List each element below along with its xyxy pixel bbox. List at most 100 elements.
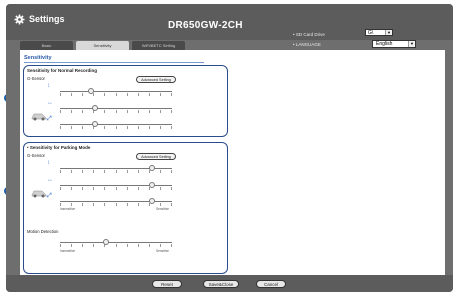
slider-tick: [60, 244, 61, 247]
parking-mode-group: • Sensitivity for Parking Mode G-Sensor …: [23, 142, 228, 274]
slider-ticks: [60, 203, 172, 206]
slider-tick: [93, 244, 94, 247]
slider-thumb[interactable]: [88, 88, 94, 94]
slider-tick: [82, 244, 83, 247]
slider-ticks: [60, 170, 172, 173]
slider-tick: [138, 244, 139, 247]
normal-slider-diagonal[interactable]: [60, 121, 172, 129]
sensitive-label: Sensitive: [156, 207, 169, 211]
slider-tick: [93, 170, 94, 173]
slider-thumb[interactable]: [92, 121, 98, 127]
slider-thumb[interactable]: [92, 105, 98, 111]
sd-card-value: G\: [368, 30, 374, 36]
slider-ticks: [60, 187, 172, 190]
slider-track[interactable]: [60, 185, 172, 186]
slider-tick: [127, 126, 128, 129]
device-model: DR650GW-2CH: [168, 20, 243, 31]
motion-insensitive-label: Insensitive: [60, 249, 76, 253]
axis-vertical-icon: ↕: [47, 160, 50, 166]
slider-tick: [93, 203, 94, 206]
axis-diagonal-icon: ⤢: [47, 193, 52, 199]
slider-tick: [82, 170, 83, 173]
slider-tick: [116, 93, 117, 96]
slider-track[interactable]: [60, 108, 172, 109]
reset-button[interactable]: Reset: [152, 280, 182, 288]
slider-tick: [116, 187, 117, 190]
axis-horizontal-icon: ↔: [47, 100, 53, 106]
slider-tick: [60, 93, 61, 96]
parking-slider-diagonal[interactable]: [60, 198, 172, 206]
slider-tick: [127, 244, 128, 247]
slider-track[interactable]: [60, 91, 172, 92]
normal-slider-horizontal[interactable]: [60, 105, 172, 113]
tab-basic[interactable]: Basic: [20, 41, 73, 50]
language-select[interactable]: English ▼: [372, 40, 416, 48]
slider-tick: [171, 203, 172, 206]
slider-thumb[interactable]: [149, 165, 155, 171]
advanced-setting-button[interactable]: Advanced Setting: [136, 76, 176, 83]
sd-card-label: • SD Card Drive: [293, 32, 325, 37]
slider-tick: [171, 187, 172, 190]
slider-track[interactable]: [60, 242, 172, 243]
slider-ticks: [60, 126, 172, 129]
slider-tick: [138, 110, 139, 113]
tab-sensitivity[interactable]: Sensitivity: [76, 41, 129, 50]
save-close-button[interactable]: Save&Close: [203, 280, 239, 288]
slider-tick: [171, 126, 172, 129]
slider-tick: [104, 187, 105, 190]
slider-tick: [116, 170, 117, 173]
header-bar: Settings DR650GW-2CH • SD Card Drive G\ …: [6, 4, 453, 48]
slider-tick: [104, 110, 105, 113]
slider-thumb[interactable]: [103, 239, 109, 245]
slider-tick: [127, 93, 128, 96]
advanced-setting-button[interactable]: Advanced Setting: [136, 153, 176, 160]
normal-slider-vertical[interactable]: [60, 88, 172, 96]
slider-tick: [171, 110, 172, 113]
car-icon: [31, 108, 47, 121]
slider-tick: [93, 187, 94, 190]
slider-tick: [60, 203, 61, 206]
slider-tick: [149, 244, 150, 247]
insensitive-label: Insensitive: [60, 207, 76, 211]
slider-ticks: [60, 110, 172, 113]
motion-detection-label: Motion Detection: [27, 229, 59, 234]
language-label: • LANGUAGE: [293, 42, 321, 47]
slider-tick: [71, 244, 72, 247]
chevron-down-icon[interactable]: ▼: [385, 30, 392, 35]
slider-track[interactable]: [60, 124, 172, 125]
slider-tick: [171, 93, 172, 96]
slider-tick: [127, 187, 128, 190]
slider-track[interactable]: [60, 201, 172, 202]
slider-tick: [71, 170, 72, 173]
gear-icon: [14, 14, 25, 25]
chevron-down-icon[interactable]: ▼: [408, 41, 415, 47]
motion-detection-slider[interactable]: [60, 239, 172, 247]
slider-tick: [104, 170, 105, 173]
tab-wifi-setting[interactable]: WiFi/BETC Setting: [132, 41, 185, 50]
normal-recording-group: Sensitivity for Normal Recording G-Senso…: [23, 65, 228, 137]
page-title: Settings: [29, 14, 65, 24]
slider-tick: [138, 126, 139, 129]
slider-tick: [149, 110, 150, 113]
slider-tick: [71, 203, 72, 206]
slider-tick: [127, 170, 128, 173]
gsensor-label: G-Sensor: [27, 76, 45, 81]
parking-slider-horizontal[interactable]: [60, 182, 172, 190]
parking-slider-vertical[interactable]: [60, 165, 172, 173]
slider-tick: [116, 203, 117, 206]
slider-track[interactable]: [60, 168, 172, 169]
sd-card-select[interactable]: G\ ▼: [365, 29, 393, 36]
slider-tick: [82, 126, 83, 129]
slider-tick: [82, 203, 83, 206]
slider-tick: [116, 110, 117, 113]
slider-tick: [116, 126, 117, 129]
parking-mode-title: • Sensitivity for Parking Mode: [27, 145, 91, 150]
axis-diagonal-icon: ⤢: [47, 116, 52, 122]
slider-thumb[interactable]: [149, 198, 155, 204]
slider-tick: [60, 187, 61, 190]
slider-tick: [160, 126, 161, 129]
slider-thumb[interactable]: [149, 182, 155, 188]
cancel-button[interactable]: Cancel: [256, 280, 286, 288]
slider-tick: [82, 187, 83, 190]
slider-tick: [82, 110, 83, 113]
